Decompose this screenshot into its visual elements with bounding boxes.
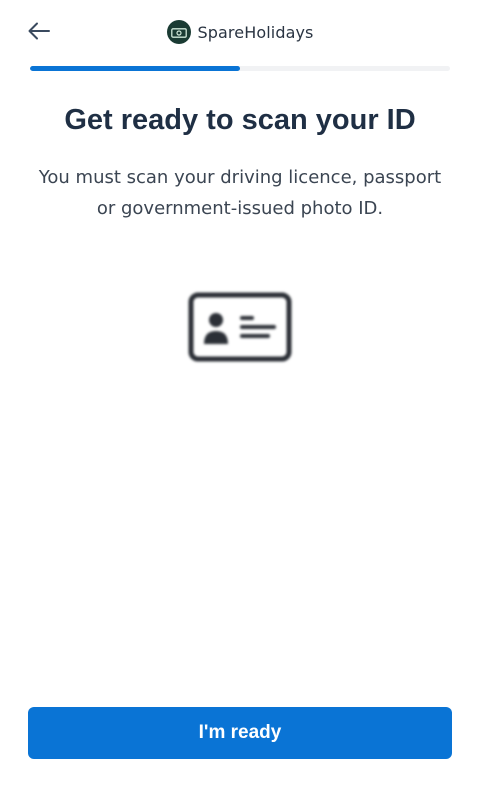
brand-logo bbox=[166, 20, 191, 44]
progress-bar-fill bbox=[30, 66, 240, 71]
brand: SpareHolidays bbox=[0, 20, 480, 44]
money-note-icon bbox=[170, 23, 187, 42]
page-subtitle: You must scan your driving licence, pass… bbox=[38, 167, 442, 219]
im-ready-button[interactable]: I'm ready bbox=[28, 707, 452, 759]
progress-bar bbox=[30, 66, 450, 71]
brand-name: SpareHolidays bbox=[197, 22, 314, 42]
id-card-icon bbox=[188, 292, 292, 362]
scan-id-intro-screen: SpareHolidays Get ready to scan your ID … bbox=[0, 0, 480, 788]
top-bar: SpareHolidays bbox=[0, 0, 480, 66]
page-title: Get ready to scan your ID bbox=[64, 104, 416, 136]
